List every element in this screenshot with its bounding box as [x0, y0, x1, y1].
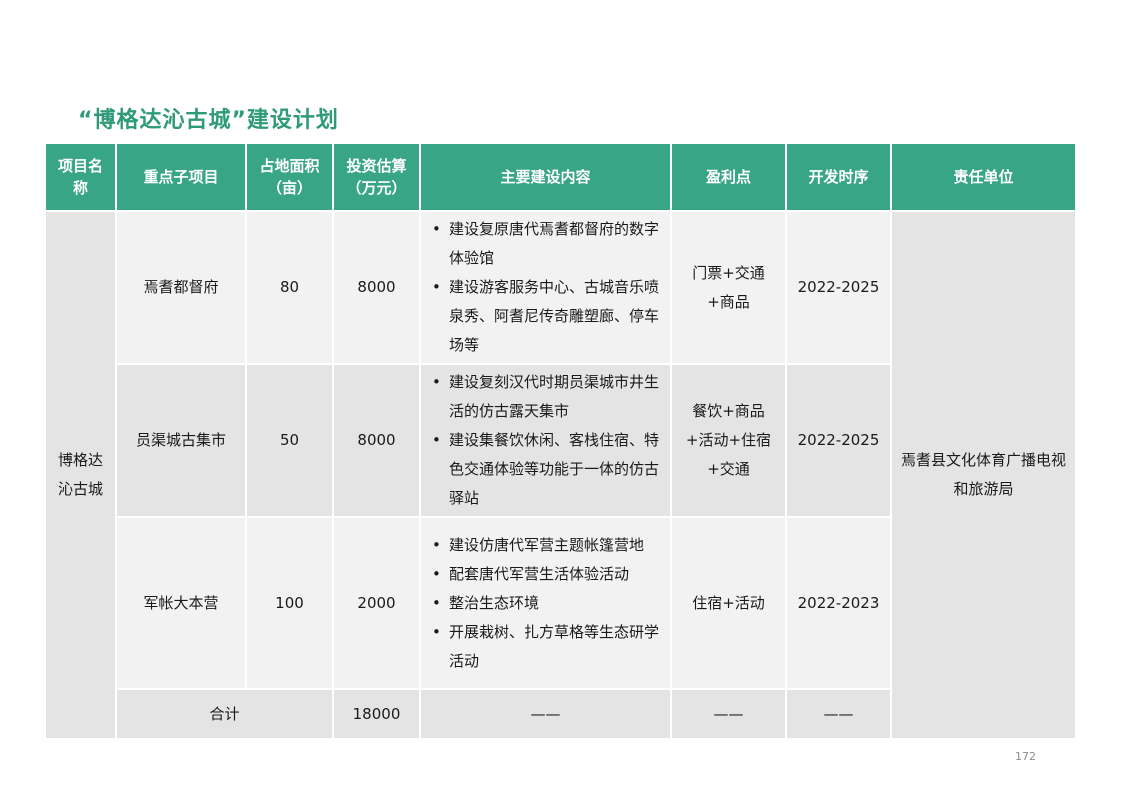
total-profit: —— [670, 688, 787, 740]
total-label: 合计 [115, 688, 334, 740]
total-content: —— [419, 688, 672, 740]
content-list: 建设复原唐代焉耆都督府的数字体验馆 建设游客服务中心、古城音乐喷泉秀、阿耆尼传奇… [427, 215, 660, 360]
page-number: 172 [1015, 750, 1036, 763]
table-row: 博格达沁古城 焉耆都督府 80 8000 建设复原唐代焉耆都督府的数字体验馆 建… [44, 210, 1077, 740]
header-schedule: 开发时序 [785, 142, 892, 212]
investment-cell: 2000 [332, 516, 421, 690]
total-investment: 18000 [332, 688, 421, 740]
header-project-name: 项目名称 [44, 142, 117, 212]
list-item: 建设仿唐代军营主题帐篷营地 [427, 531, 660, 560]
list-item: 建设复刻汉代时期员渠城市井生活的仿古露天集市 [427, 368, 660, 426]
profit-cell: 餐饮+商品+活动+住宿+交通 [670, 363, 787, 518]
list-item: 配套唐代军营生活体验活动 [427, 560, 660, 589]
header-responsible: 责任单位 [890, 142, 1077, 212]
content-cell: 建设仿唐代军营主题帐篷营地 配套唐代军营生活体验活动 整治生态环境 开展栽树、扎… [419, 516, 672, 690]
investment-cell: 8000 [332, 210, 421, 365]
project-name-cell: 博格达沁古城 [44, 210, 117, 740]
header-profit: 盈利点 [670, 142, 787, 212]
page-title: “博格达沁古城”建设计划 [78, 108, 339, 133]
responsible-cell: 焉耆县文化体育广播电视和旅游局 [890, 210, 1077, 740]
sub-project-cell: 员渠城古集市 [115, 363, 247, 518]
sub-project-cell: 焉耆都督府 [115, 210, 247, 365]
schedule-cell: 2022-2023 [785, 516, 892, 690]
header-sub-project: 重点子项目 [115, 142, 247, 212]
area-cell: 50 [245, 363, 334, 518]
header-investment: 投资估算（万元） [332, 142, 421, 212]
construction-plan-table: 项目名称 重点子项目 占地面积（亩） 投资估算（万元） 主要建设内容 盈利点 开… [44, 142, 1077, 740]
total-schedule: —— [785, 688, 892, 740]
content-cell: 建设复原唐代焉耆都督府的数字体验馆 建设游客服务中心、古城音乐喷泉秀、阿耆尼传奇… [419, 210, 672, 365]
list-item: 建设游客服务中心、古城音乐喷泉秀、阿耆尼传奇雕塑廊、停车场等 [427, 273, 660, 360]
list-item: 建设复原唐代焉耆都督府的数字体验馆 [427, 215, 660, 273]
header-area: 占地面积（亩） [245, 142, 334, 212]
content-list: 建设仿唐代军营主题帐篷营地 配套唐代军营生活体验活动 整治生态环境 开展栽树、扎… [427, 531, 660, 676]
profit-cell: 住宿+活动 [670, 516, 787, 690]
content-cell: 建设复刻汉代时期员渠城市井生活的仿古露天集市 建设集餐饮休闲、客栈住宿、特色交通… [419, 363, 672, 518]
content-list: 建设复刻汉代时期员渠城市井生活的仿古露天集市 建设集餐饮休闲、客栈住宿、特色交通… [427, 368, 660, 513]
list-item: 整治生态环境 [427, 589, 660, 618]
schedule-cell: 2022-2025 [785, 363, 892, 518]
sub-project-cell: 军帐大本营 [115, 516, 247, 690]
area-cell: 80 [245, 210, 334, 365]
table-header-row: 项目名称 重点子项目 占地面积（亩） 投资估算（万元） 主要建设内容 盈利点 开… [44, 142, 1077, 212]
investment-cell: 8000 [332, 363, 421, 518]
list-item: 建设集餐饮休闲、客栈住宿、特色交通体验等功能于一体的仿古驿站 [427, 426, 660, 513]
schedule-cell: 2022-2025 [785, 210, 892, 365]
area-cell: 100 [245, 516, 334, 690]
header-content: 主要建设内容 [419, 142, 672, 212]
profit-cell: 门票+交通+商品 [670, 210, 787, 365]
list-item: 开展栽树、扎方草格等生态研学活动 [427, 618, 660, 676]
